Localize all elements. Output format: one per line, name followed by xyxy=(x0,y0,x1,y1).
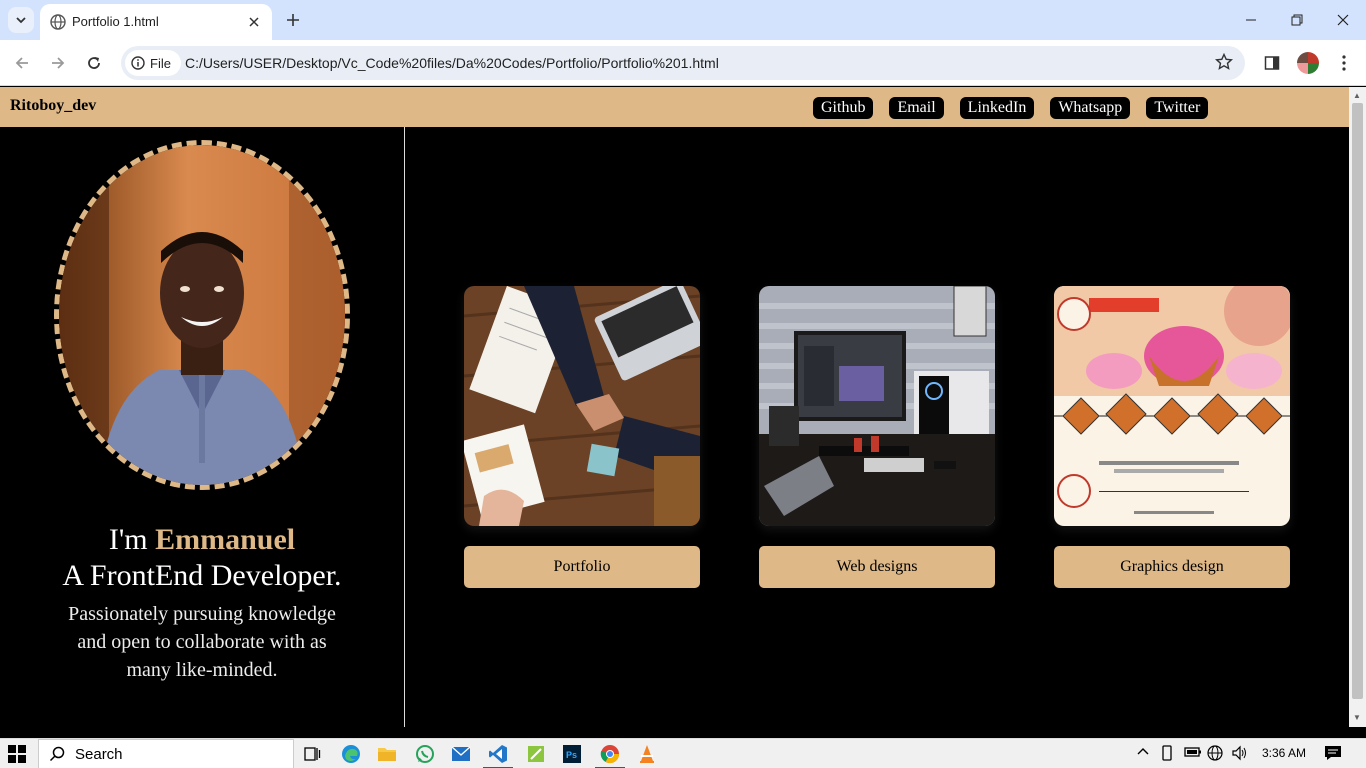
graphics-design-card-image xyxy=(1054,286,1290,526)
intro-block: I'm Emmanuel A FrontEnd Developer. Passi… xyxy=(0,522,404,684)
intro-name: Emmanuel xyxy=(155,523,296,556)
search-icon xyxy=(49,746,65,762)
info-icon xyxy=(131,56,145,70)
vscode-icon[interactable] xyxy=(483,743,513,768)
page-scrollbar[interactable]: ▲ ▼ xyxy=(1349,87,1366,727)
minimize-icon xyxy=(1246,19,1256,21)
profile-photo xyxy=(54,140,350,490)
task-view-icon[interactable] xyxy=(301,743,323,765)
nav-link-github[interactable]: Github xyxy=(813,97,874,119)
reload-button[interactable] xyxy=(80,49,108,77)
more-menu-icon[interactable] xyxy=(1332,51,1356,75)
portfolio-card: Portfolio xyxy=(464,286,700,588)
arrow-right-icon xyxy=(52,57,65,69)
profile-panel: I'm Emmanuel A FrontEnd Developer. Passi… xyxy=(0,127,405,727)
web-designs-card: Web designs xyxy=(759,286,995,588)
intro-greeting: I'm Emmanuel xyxy=(0,522,404,558)
nav-link-twitter[interactable]: Twitter xyxy=(1146,97,1209,119)
tray-chevron-up-icon[interactable] xyxy=(1136,745,1150,762)
web-designs-card-image xyxy=(759,286,995,526)
notepad-plus-icon[interactable] xyxy=(525,743,547,765)
minimize-button[interactable] xyxy=(1228,6,1274,34)
web-designs-button[interactable]: Web designs xyxy=(759,546,995,588)
address-bar[interactable]: File C:/Users/USER/Desktop/Vc_Code%20fil… xyxy=(121,46,1245,80)
nav-link-whatsapp[interactable]: Whatsapp xyxy=(1050,97,1131,119)
intro-role: A FrontEnd Developer. xyxy=(62,559,342,592)
url-text[interactable]: C:/Users/USER/Desktop/Vc_Code%20files/Da… xyxy=(185,55,719,71)
volume-icon[interactable] xyxy=(1231,745,1247,764)
close-tab-icon[interactable] xyxy=(244,12,264,32)
nav-link-linkedin[interactable]: LinkedIn xyxy=(959,97,1035,119)
tab-search-button[interactable] xyxy=(8,7,34,33)
notifications-icon[interactable] xyxy=(1324,745,1342,764)
web-page: Ritoboy_dev Github Email LinkedIn Whatsa… xyxy=(0,87,1349,727)
phone-link-icon[interactable] xyxy=(1160,745,1174,764)
taskbar-clock[interactable]: 3:36 AM xyxy=(1262,746,1306,760)
windows-start-icon[interactable] xyxy=(8,745,26,763)
close-window-button[interactable] xyxy=(1320,6,1366,34)
browser-toolbar: File C:/Users/USER/Desktop/Vc_Code%20fil… xyxy=(0,40,1366,86)
restore-button[interactable] xyxy=(1274,6,1320,34)
network-globe-icon[interactable] xyxy=(1207,745,1223,764)
nav-links: Github Email LinkedIn Whatsapp Twitter xyxy=(813,97,1209,119)
tab-title: Portfolio 1.html xyxy=(72,14,159,29)
photoshop-icon[interactable]: Ps xyxy=(561,743,583,765)
windows-taskbar: Search Ps 3:36 AM xyxy=(0,738,1366,768)
forward-button[interactable] xyxy=(44,49,72,77)
chevron-down-icon xyxy=(16,17,26,24)
browser-tab[interactable]: Portfolio 1.html xyxy=(40,4,272,40)
scroll-up-icon[interactable]: ▲ xyxy=(1353,91,1361,100)
browser-tab-bar: Portfolio 1.html xyxy=(0,0,1366,40)
intro-description: Passionately pursuing knowledge and open… xyxy=(68,603,336,681)
whatsapp-icon[interactable] xyxy=(414,743,436,765)
battery-icon[interactable] xyxy=(1184,745,1202,762)
edge-icon[interactable] xyxy=(340,743,362,765)
scrollbar-thumb[interactable] xyxy=(1352,103,1363,699)
restore-icon xyxy=(1291,14,1303,26)
portfolio-card-image xyxy=(464,286,700,526)
scroll-down-icon[interactable]: ▼ xyxy=(1353,713,1361,722)
site-info-chip[interactable]: File xyxy=(125,50,181,76)
profile-avatar[interactable] xyxy=(1297,52,1319,74)
vlc-icon[interactable] xyxy=(636,743,658,765)
portfolio-button[interactable]: Portfolio xyxy=(464,546,700,588)
taskbar-search-label: Search xyxy=(75,745,123,763)
site-chip-label: File xyxy=(150,55,171,71)
mail-icon[interactable] xyxy=(450,743,472,765)
graphics-design-button[interactable]: Graphics design xyxy=(1054,546,1290,588)
file-explorer-icon[interactable] xyxy=(376,743,398,765)
arrow-left-icon xyxy=(15,57,28,69)
bookmark-star-icon[interactable] xyxy=(1214,52,1234,76)
intro-prefix: I'm xyxy=(108,523,156,556)
plus-icon xyxy=(287,14,299,26)
site-navbar: Ritoboy_dev Github Email LinkedIn Whatsa… xyxy=(0,87,1349,127)
globe-icon xyxy=(50,14,66,35)
side-panel-icon[interactable] xyxy=(1260,51,1284,75)
graphics-design-card: Graphics design xyxy=(1054,286,1290,588)
back-button[interactable] xyxy=(8,49,36,77)
chrome-icon[interactable] xyxy=(595,743,625,768)
svg-text:Ps: Ps xyxy=(566,750,577,760)
reload-icon xyxy=(88,57,100,69)
site-brand[interactable]: Ritoboy_dev xyxy=(10,97,96,115)
nav-link-email[interactable]: Email xyxy=(889,97,944,119)
close-icon xyxy=(1337,14,1349,26)
new-tab-button[interactable] xyxy=(282,9,304,31)
taskbar-search[interactable]: Search xyxy=(38,739,294,768)
